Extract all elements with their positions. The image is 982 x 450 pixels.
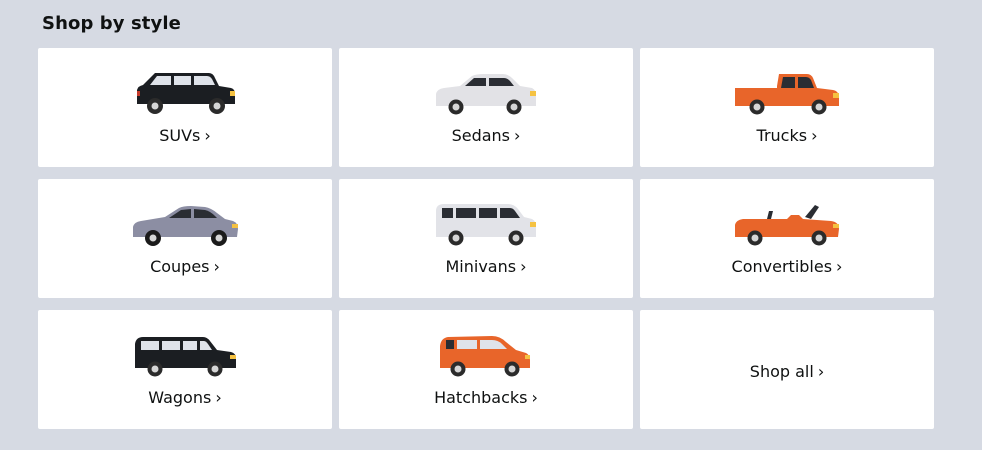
shop-all-label: Shop all › <box>749 362 825 381</box>
coupe-icon <box>133 206 238 246</box>
style-card-label: Trucks › <box>756 126 818 145</box>
style-card-wagons[interactable]: Wagons › <box>38 310 332 429</box>
style-card-label: Convertibles › <box>731 257 843 276</box>
style-card-label: SUVs › <box>159 126 211 145</box>
section-title: Shop by style <box>42 13 181 34</box>
suv-icon <box>137 73 235 114</box>
convertible-icon <box>735 205 839 246</box>
style-card-label: Wagons › <box>148 388 222 407</box>
style-card-label: Sedans › <box>451 126 521 145</box>
hatchback-icon <box>440 336 530 377</box>
style-card-trucks[interactable]: Trucks › <box>640 48 934 167</box>
style-card-suvs[interactable]: SUVs › <box>38 48 332 167</box>
style-card-label: Hatchbacks › <box>434 388 538 407</box>
style-card-convertibles[interactable]: Convertibles › <box>640 179 934 298</box>
style-card-label: Minivans › <box>445 257 527 276</box>
style-card-hatchbacks[interactable]: Hatchbacks › <box>339 310 633 429</box>
minivan-icon <box>436 204 536 246</box>
style-grid: SUVs › Sedans › Trucks › Coupes › Miniva… <box>38 48 934 429</box>
style-card-sedans[interactable]: Sedans › <box>339 48 633 167</box>
sedan-icon <box>436 74 536 115</box>
style-card-minivans[interactable]: Minivans › <box>339 179 633 298</box>
style-card-label: Coupes › <box>150 257 220 276</box>
shop-all-card[interactable]: Shop all › <box>640 310 934 429</box>
wagon-icon <box>135 337 236 377</box>
style-card-coupes[interactable]: Coupes › <box>38 179 332 298</box>
truck-icon <box>735 74 839 115</box>
